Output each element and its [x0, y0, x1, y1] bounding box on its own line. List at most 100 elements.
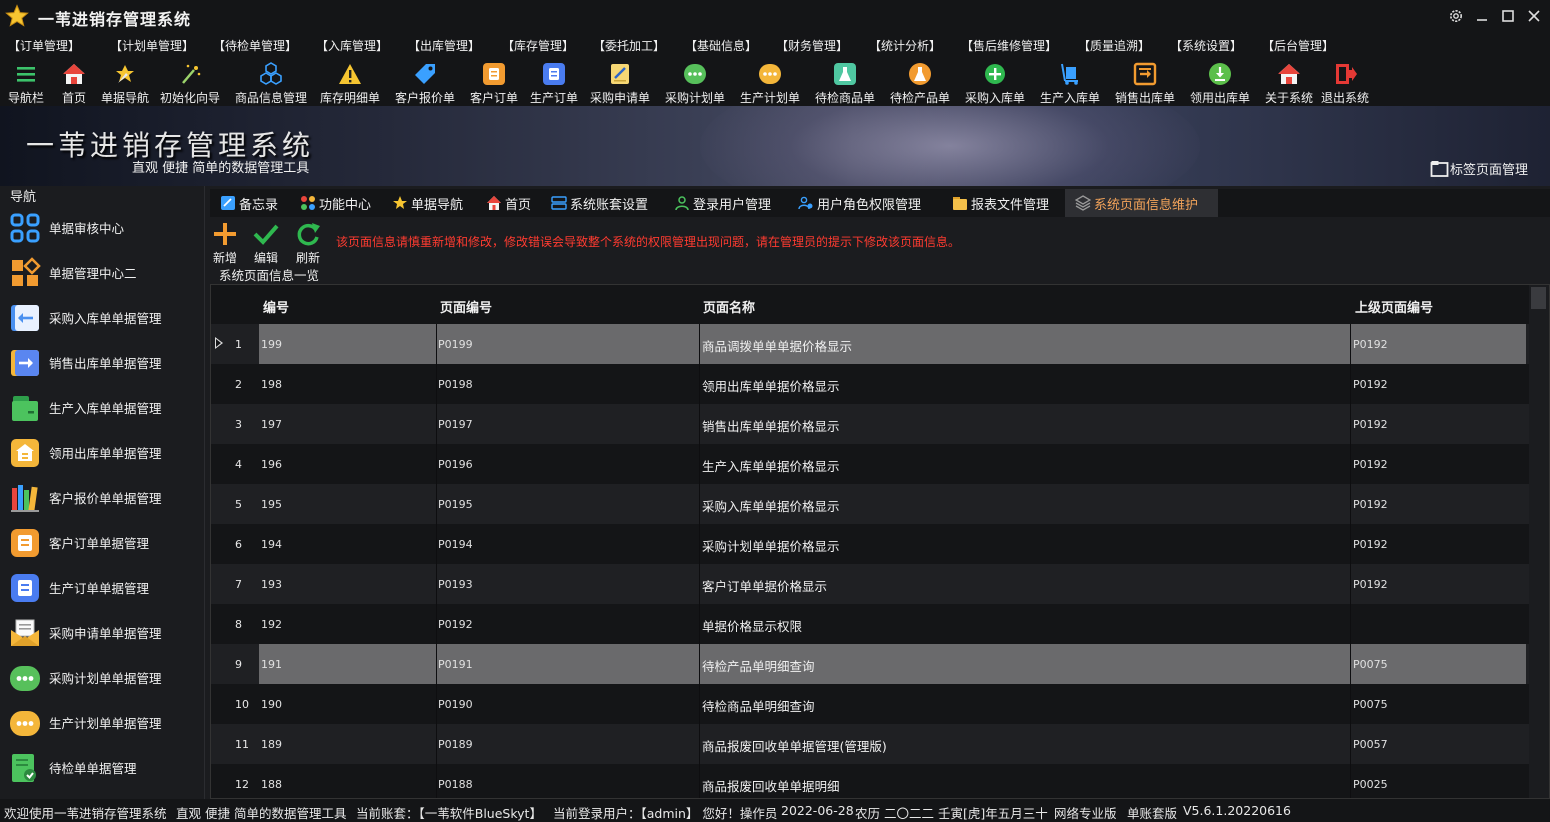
cell-page-name[interactable]: 生产入库单单据价格显示: [702, 456, 840, 475]
toolbar-doc-nav-button[interactable]: 单据导航: [101, 57, 149, 106]
nav-item-production-inbound[interactable]: 生产入库单单据管理: [0, 385, 205, 430]
cell-id[interactable]: 199: [261, 338, 282, 351]
cell-parent-code[interactable]: P0192: [1353, 338, 1388, 351]
nav-item-inspection[interactable]: 待检单单据管理: [0, 745, 205, 790]
cell-page-name[interactable]: 商品调拨单单单据价格显示: [702, 336, 852, 355]
minimize-button[interactable]: [1472, 6, 1492, 26]
table-row[interactable]: 5 195 P0195 采购入库单单据价格显示 P0192: [211, 484, 1529, 524]
toolbar-production-order-button[interactable]: 生产订单: [530, 57, 578, 106]
table-row[interactable]: 7 193 P0193 客户订单单据价格显示 P0192: [211, 564, 1529, 604]
cell-id[interactable]: 191: [261, 658, 282, 671]
cell-page-code[interactable]: P0188: [438, 778, 473, 791]
toolbar-exit-button[interactable]: 退出系统: [1321, 57, 1369, 106]
cell-page-name[interactable]: 销售出库单单据价格显示: [702, 416, 840, 435]
cell-page-name[interactable]: 待检商品单明细查询: [702, 696, 815, 715]
vertical-scrollbar[interactable]: [1529, 285, 1549, 798]
menu-inspect[interactable]: 【待检单管理】: [213, 37, 297, 54]
cell-page-code[interactable]: P0197: [438, 418, 473, 431]
table-row[interactable]: 10 190 P0190 待检商品单明细查询 P0075: [211, 684, 1529, 724]
toolbar-production-plan-button[interactable]: 生产计划单: [740, 57, 800, 106]
tab-doc-nav[interactable]: 单据导航: [392, 189, 482, 217]
toolbar-sales-outbound-button[interactable]: 销售出库单: [1115, 57, 1175, 106]
toolbar-pending-products-button[interactable]: 待检产品单: [890, 57, 950, 106]
column-header-page-code[interactable]: 页面编号: [440, 297, 492, 316]
tab-login-users[interactable]: 登录用户管理: [674, 189, 784, 217]
cell-page-code[interactable]: P0199: [438, 338, 473, 351]
tab-page-info-maintenance[interactable]: 系统页面信息维护: [1065, 189, 1218, 217]
column-header-id[interactable]: 编号: [263, 297, 289, 316]
cell-page-code[interactable]: P0191: [438, 658, 473, 671]
menu-inbound[interactable]: 【入库管理】: [316, 37, 388, 54]
cell-id[interactable]: 198: [261, 378, 282, 391]
menu-outsource[interactable]: 【委托加工】: [593, 37, 665, 54]
cell-parent-code[interactable]: P0025: [1353, 778, 1388, 791]
cell-parent-code[interactable]: P0192: [1353, 498, 1388, 511]
nav-item-purchase-inbound[interactable]: 采购入库单单据管理: [0, 295, 205, 340]
cell-page-name[interactable]: 待检产品单明细查询: [702, 656, 815, 675]
add-button[interactable]: 新增: [210, 220, 240, 266]
nav-item-management-center[interactable]: 单据管理中心二: [0, 250, 205, 295]
table-row[interactable]: 8 192 P0192 单据价格显示权限: [211, 604, 1529, 644]
close-button[interactable]: [1524, 6, 1544, 26]
settings-icon[interactable]: [1446, 6, 1466, 26]
tab-user-role-permissions[interactable]: 用户角色权限管理: [798, 189, 938, 217]
table-row[interactable]: 11 189 P0189 商品报废回收单单据管理(管理版) P0057: [211, 724, 1529, 764]
cell-page-code[interactable]: P0194: [438, 538, 473, 551]
nav-item-customer-order[interactable]: 客户订单单据管理: [0, 520, 205, 565]
menu-plan[interactable]: 【计划单管理】: [110, 37, 194, 54]
cell-parent-code[interactable]: P0192: [1353, 538, 1388, 551]
menu-order[interactable]: 【订单管理】: [8, 37, 80, 54]
cell-id[interactable]: 190: [261, 698, 282, 711]
cell-page-name[interactable]: 领用出库单单据价格显示: [702, 376, 840, 395]
menu-stock[interactable]: 【库存管理】: [502, 37, 574, 54]
cell-id[interactable]: 189: [261, 738, 282, 751]
menu-finance[interactable]: 【财务管理】: [776, 37, 848, 54]
menu-after-sales[interactable]: 【售后维修管理】: [961, 37, 1057, 54]
menu-system-settings[interactable]: 【系统设置】: [1170, 37, 1242, 54]
cell-page-name[interactable]: 商品报废回收单单据管理(管理版): [702, 736, 887, 755]
cell-id[interactable]: 196: [261, 458, 282, 471]
cell-page-code[interactable]: P0195: [438, 498, 473, 511]
toolbar-production-inbound-button[interactable]: 生产入库单: [1040, 57, 1100, 106]
toolbar-purchase-plan-button[interactable]: 采购计划单: [665, 57, 725, 106]
toolbar-product-info-button[interactable]: 商品信息管理: [235, 57, 307, 106]
tab-report-files[interactable]: 报表文件管理: [952, 189, 1062, 217]
menu-basic-info[interactable]: 【基础信息】: [685, 37, 757, 54]
tab-home[interactable]: 首页: [486, 189, 546, 217]
nav-item-review-center[interactable]: 单据审核中心: [0, 205, 205, 250]
menu-statistics[interactable]: 【统计分析】: [869, 37, 941, 54]
toolbar-stock-detail-button[interactable]: 库存明细单: [320, 57, 380, 106]
nav-item-sales-outbound[interactable]: 销售出库单单据管理: [0, 340, 205, 385]
cell-id[interactable]: 192: [261, 618, 282, 631]
cell-parent-code[interactable]: P0057: [1353, 738, 1388, 751]
menu-trace[interactable]: 【质量追溯】: [1078, 37, 1150, 54]
table-row[interactable]: 4 196 P0196 生产入库单单据价格显示 P0192: [211, 444, 1529, 484]
refresh-button[interactable]: 刷新: [293, 220, 323, 266]
nav-item-purchase-plan[interactable]: 采购计划单单据管理: [0, 655, 205, 700]
toolbar-purchase-request-button[interactable]: 采购申请单: [590, 57, 650, 106]
cell-parent-code[interactable]: P0192: [1353, 458, 1388, 471]
toolbar-pending-goods-button[interactable]: 待检商品单: [815, 57, 875, 106]
nav-item-requisition-outbound[interactable]: 领用出库单单据管理: [0, 430, 205, 475]
toolbar-customer-order-button[interactable]: 客户订单: [470, 57, 518, 106]
tab-function-center[interactable]: 功能中心: [300, 189, 390, 217]
scrollbar-thumb[interactable]: [1531, 287, 1546, 309]
cell-page-code[interactable]: P0198: [438, 378, 473, 391]
cell-page-code[interactable]: P0190: [438, 698, 473, 711]
table-row[interactable]: 2 198 P0198 领用出库单单据价格显示 P0192: [211, 364, 1529, 404]
cell-id[interactable]: 193: [261, 578, 282, 591]
cell-page-code[interactable]: P0196: [438, 458, 473, 471]
toolbar-quote-button[interactable]: 客户报价单: [395, 57, 455, 106]
maximize-button[interactable]: [1498, 6, 1518, 26]
toolbar-nav-button[interactable]: 导航栏: [8, 57, 44, 106]
cell-page-name[interactable]: 采购计划单单据价格显示: [702, 536, 840, 555]
cell-page-name[interactable]: 商品报废回收单单据明细: [702, 776, 840, 795]
table-row[interactable]: 9 191 P0191 待检产品单明细查询 P0075: [211, 644, 1529, 684]
table-row[interactable]: 12 188 P0188 商品报废回收单单据明细 P0025: [211, 764, 1529, 798]
cell-parent-code[interactable]: P0192: [1353, 378, 1388, 391]
nav-item-purchase-request[interactable]: 采购申请单单据管理: [0, 610, 205, 655]
column-header-parent-code[interactable]: 上级页面编号: [1355, 297, 1433, 316]
tab-memo[interactable]: 备忘录: [220, 189, 310, 217]
cell-id[interactable]: 194: [261, 538, 282, 551]
toolbar-requisition-outbound-button[interactable]: 领用出库单: [1190, 57, 1250, 106]
